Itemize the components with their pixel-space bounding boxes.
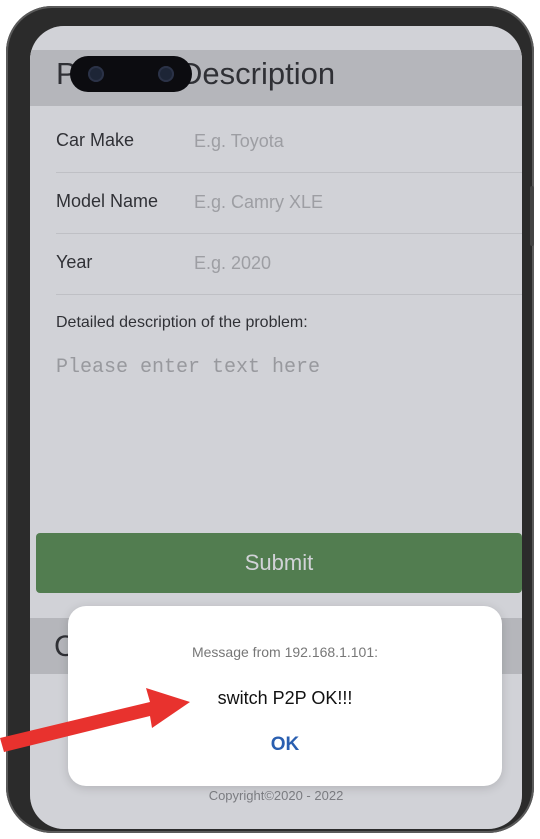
phone-side-button: [530, 186, 534, 246]
dialog-source-text: Message from 192.168.1.101:: [191, 644, 378, 660]
camera-lens: [158, 66, 174, 82]
dialog-ok-button[interactable]: OK: [255, 728, 315, 762]
red-annotation-arrow-icon: [0, 688, 190, 752]
camera-lens: [88, 66, 104, 82]
camera-cutout: [70, 56, 192, 92]
